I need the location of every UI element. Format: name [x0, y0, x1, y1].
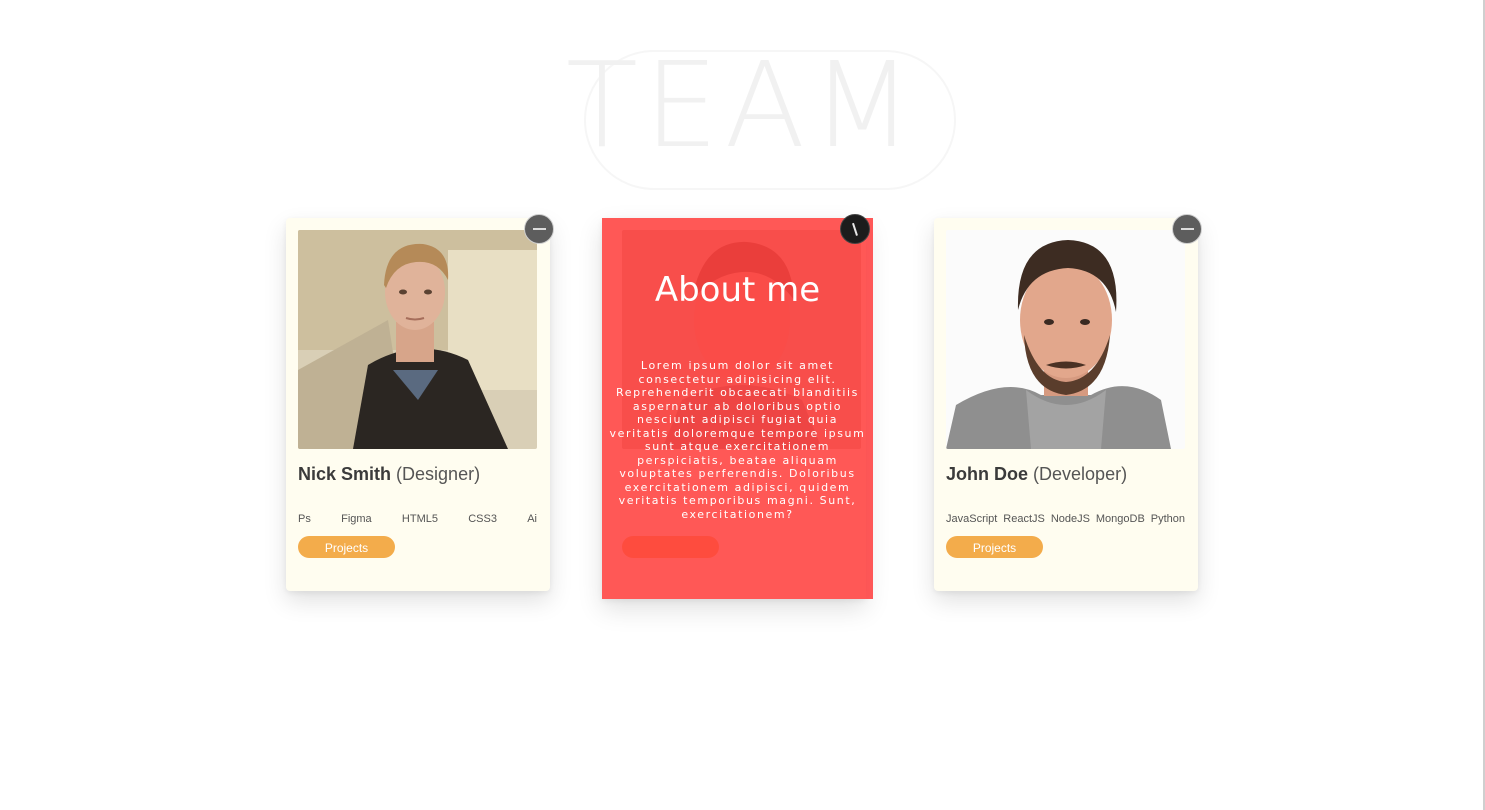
about-text: Lorem ipsum dolor sit amet consectetur a… — [609, 359, 866, 521]
page-title: TEAM — [565, 36, 920, 174]
projects-button[interactable]: Projects — [946, 536, 1043, 558]
skills-list: JavaScript ReactJS NodeJS MongoDB Python — [946, 513, 1185, 525]
skills-list: Ps Figma HTML5 CSS3 Ai — [298, 513, 537, 525]
skill-tag: ReactJS — [1003, 513, 1045, 525]
member-role: (Designer) — [396, 464, 481, 484]
about-overlay: About me Lorem ipsum dolor sit amet cons… — [602, 218, 873, 599]
skill-tag: Figma — [341, 513, 372, 525]
team-card-john: John Doe (Developer) JavaScript ReactJS … — [934, 214, 1202, 591]
minus-icon[interactable] — [1172, 214, 1202, 244]
skill-tag: MongoDB — [1095, 513, 1145, 525]
member-name: John Doe — [946, 464, 1029, 484]
skill-tag: Ai — [527, 513, 537, 525]
projects-button[interactable]: Projects — [298, 536, 395, 558]
member-role: (Developer) — [1033, 464, 1128, 484]
member-name-line: Nick Smith (Designer) — [298, 464, 480, 485]
skill-tag: HTML5 — [401, 513, 438, 525]
profile-photo — [298, 230, 537, 449]
member-name: Nick Smith — [298, 464, 392, 484]
skill-tag: NodeJS — [1050, 513, 1090, 525]
close-icon[interactable] — [840, 214, 870, 244]
minus-icon[interactable] — [524, 214, 554, 244]
about-title: About me — [654, 270, 821, 310]
team-card-nick: Nick Smith (Designer) Ps Figma HTML5 CSS… — [286, 214, 554, 591]
member-name-line: John Doe (Developer) — [946, 464, 1127, 485]
skill-tag: JavaScript — [946, 513, 998, 525]
team-card-about: About me Lorem ipsum dolor sit amet cons… — [602, 214, 873, 599]
profile-photo — [946, 230, 1185, 449]
skill-tag: Ps — [298, 513, 311, 525]
skill-tag: Python — [1150, 513, 1185, 525]
skill-tag: CSS3 — [468, 513, 497, 525]
